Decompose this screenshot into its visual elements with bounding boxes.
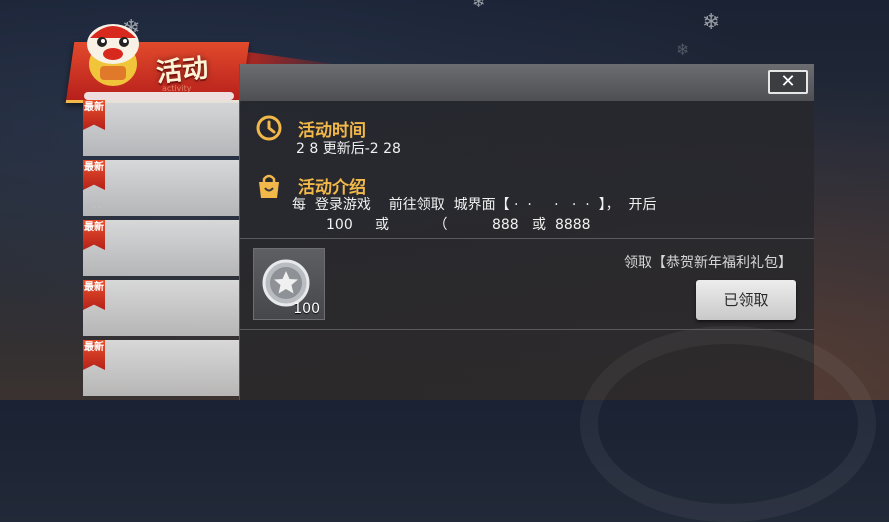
snowflake-icon: ❄ [702,10,721,35]
time-section-text: 2 8 更新后-2 28 [296,141,401,157]
sidebar-item[interactable]: 最新 [83,220,239,276]
divider [240,238,814,239]
clock-icon [256,115,282,141]
snow-edge [84,92,234,100]
reward-item[interactable]: 100 [253,248,325,320]
new-badge: 最新 [83,340,105,370]
claim-description: 领取【恭贺新年福利礼包】 [624,255,792,271]
activity-detail-panel: ✕ 活动时间 2 8 更新后-2 28 活动介绍 每 登录游戏 前往领取 城界面… [239,64,876,522]
shopping-bag-icon [259,174,279,198]
sidebar-item[interactable]: 最新 [83,340,239,396]
intro-text-line2: 100 或 （ 888 或 8888 [326,217,591,233]
sidebar-item[interactable]: 最新 · · [83,160,239,216]
intro-text-line1: 每 登录游戏 前往领取 城界面【 · · · · · 】， 开后 [292,197,657,213]
panel-header: ✕ [240,64,814,101]
reward-count: 100 [293,301,320,317]
snowflake-icon: ❄ [472,0,486,11]
new-badge: 最新 [83,220,105,250]
new-badge: 最新 [83,280,105,310]
sidebar-list: 最新 最新 · · 最新 最新 最新 [83,100,239,396]
snowflake-icon: ❄ [676,40,690,59]
claimed-button[interactable]: 已领取 [696,280,796,320]
divider [240,329,814,330]
sidebar-item[interactable]: 最新 [83,100,239,156]
sidebar-item-label: · · [93,203,101,212]
sidebar-item[interactable]: 最新 [83,280,239,336]
close-button[interactable]: ✕ [768,70,808,94]
new-badge: 最新 [83,100,105,130]
background-emblem [580,326,876,522]
lion-mascot-icon [87,24,139,86]
new-badge: 最新 [83,160,105,190]
